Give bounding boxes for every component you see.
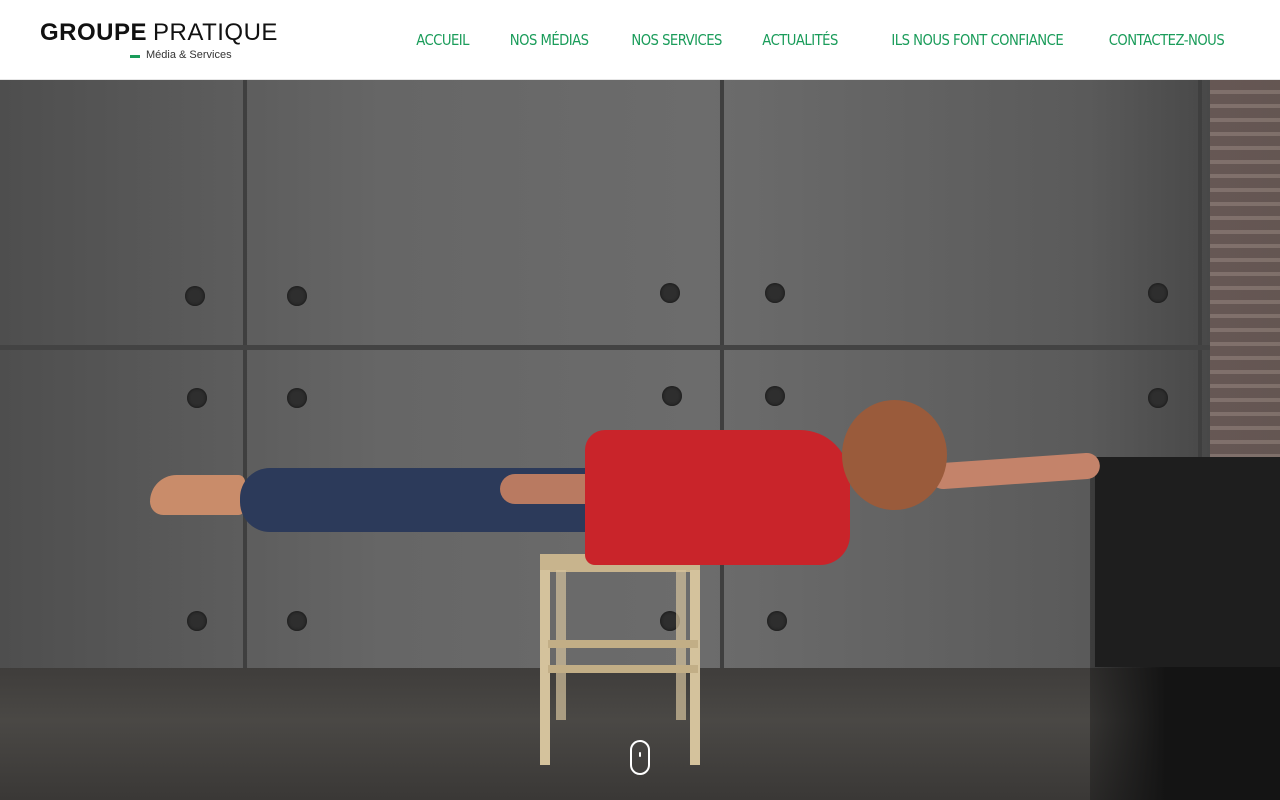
wall-hole [662, 386, 682, 406]
brand-accent-dash [130, 55, 140, 58]
site-header: GROUPE PRATIQUE Média & Services ACCUEIL … [0, 0, 1280, 80]
nav-item-actualites[interactable]: ACTUALITÉS [762, 31, 838, 49]
nav-item-accueil[interactable]: ACCUEIL [417, 31, 470, 49]
nav-item-nos-services[interactable]: NOS SERVICES [631, 31, 722, 49]
hero-floor [0, 668, 1280, 800]
brand-name-light: PRATIQUE [153, 19, 278, 46]
wall-hole [1148, 388, 1168, 408]
wall-hole [187, 388, 207, 408]
hero-section [0, 80, 1280, 800]
brand-name-bold: GROUPE [40, 19, 148, 46]
main-nav: ACCUEIL NOS MÉDIAS NOS SERVICES ACTUALIT… [409, 0, 1225, 80]
stool-crossbar [548, 665, 698, 673]
wall-hole [287, 286, 307, 306]
brand-tagline: Média & Services [146, 49, 232, 61]
wall-panel-seam [0, 345, 1210, 350]
wall-hole [185, 286, 205, 306]
wall-hole [187, 611, 207, 631]
scroll-wheel-dot [639, 752, 641, 757]
concrete-ledge [1095, 457, 1280, 667]
wall-hole [1148, 283, 1168, 303]
brand-logo[interactable]: GROUPE PRATIQUE Média & Services [40, 18, 280, 66]
mouse-scroll-icon[interactable] [630, 740, 650, 775]
brick-column [1210, 80, 1280, 460]
brand-name: GROUPE PRATIQUE [40, 18, 278, 48]
stool-crossbar [548, 640, 698, 648]
wall-hole [287, 388, 307, 408]
wall-hole [767, 611, 787, 631]
wall-panel-seam [720, 80, 724, 680]
wall-hole [660, 283, 680, 303]
wall-hole [765, 283, 785, 303]
nav-item-nos-medias[interactable]: NOS MÉDIAS [510, 31, 589, 49]
wall-panel-seam [243, 80, 247, 680]
person-foot [150, 475, 245, 515]
person-head [842, 400, 947, 510]
person-shirt [585, 430, 850, 565]
nav-item-ils-nous-font-confiance[interactable]: ILS NOUS FONT CONFIANCE [891, 31, 1063, 49]
wall-hole [765, 386, 785, 406]
wall-hole [287, 611, 307, 631]
nav-item-contactez-nous[interactable]: CONTACTEZ-NOUS [1109, 31, 1225, 49]
